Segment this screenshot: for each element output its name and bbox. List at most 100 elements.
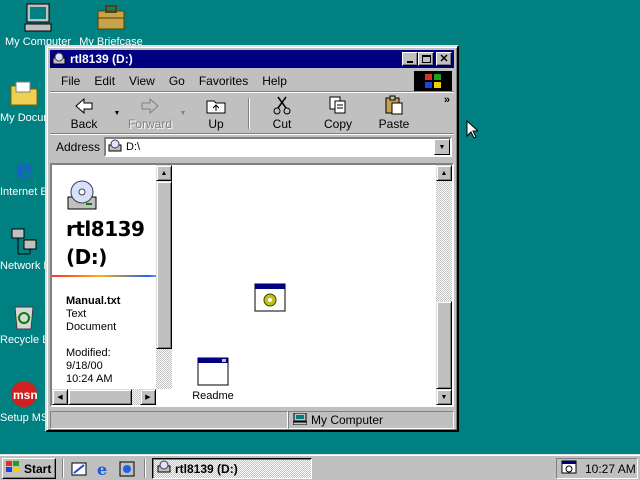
back-button[interactable]: Back — [56, 94, 112, 133]
info-pane-vscrollbar[interactable]: ▲ — [156, 165, 172, 389]
address-input[interactable]: D:\ ▼ — [104, 137, 452, 157]
quicklaunch-show-desktop-icon[interactable] — [70, 460, 88, 478]
modified-time: 10:24 AM — [66, 373, 113, 385]
svg-text:e: e — [97, 460, 107, 478]
content-vscrollbar[interactable]: ▲ ▼ — [436, 165, 452, 405]
back-label: Back — [70, 117, 98, 131]
system-tray: 10:27 AM — [556, 458, 638, 479]
scroll-thumb[interactable] — [156, 181, 172, 349]
file-type-line2: Document — [66, 321, 117, 333]
toolbar: Back ▼ Forward ▼ Up Cut Copy Paste » — [50, 94, 454, 134]
desktop-icon-setup-msn[interactable]: msn Setup MSN Internet A... — [0, 378, 48, 425]
desktop-icon-internet-explorer[interactable]: e Internet Explorer — [0, 152, 48, 199]
copy-icon — [329, 96, 346, 114]
scroll-left-button[interactable]: ◀ — [52, 389, 68, 405]
mouse-pointer-icon — [466, 119, 480, 142]
up-folder-icon — [206, 100, 226, 114]
back-dropdown-button[interactable]: ▼ — [112, 94, 122, 133]
dropdown-arrow-icon: ▼ — [438, 143, 446, 151]
folder-icon — [8, 78, 40, 110]
content-area[interactable]: rtl8139 (D:) Manual.txt Text Document Mo… — [50, 163, 454, 407]
scroll-thumb[interactable] — [436, 301, 452, 389]
desktop-icon-my-computer[interactable]: My Computer — [3, 2, 73, 49]
menu-help[interactable]: Help — [255, 74, 294, 88]
info-pane-hscrollbar[interactable]: ◀ ▶ — [52, 389, 156, 405]
forward-button[interactable]: Forward — [122, 94, 178, 133]
taskbar: Start e rtl8139 (D:) 10:27 AM — [0, 454, 640, 480]
desktop-icon-label: Network Neighborhood — [0, 260, 48, 272]
minimize-button[interactable] — [402, 52, 418, 66]
recycle-bin-icon — [8, 300, 40, 332]
clock[interactable]: 10:27 AM — [585, 462, 636, 476]
setup-app-icon — [254, 283, 286, 312]
forward-dropdown-button[interactable]: ▼ — [178, 94, 188, 133]
back-arrow-icon — [75, 97, 93, 115]
copy-button[interactable]: Copy — [310, 94, 366, 133]
cd-drive-icon — [52, 52, 66, 66]
desktop-icon-label: Recycle Bin — [0, 334, 48, 346]
minimize-icon — [407, 61, 413, 63]
scroll-down-button[interactable]: ▼ — [436, 389, 452, 405]
scroll-right-button[interactable]: ▶ — [140, 389, 156, 405]
toolbar-separator — [248, 98, 250, 129]
msn-icon: msn — [8, 378, 40, 410]
start-label: Start — [24, 461, 52, 476]
status-message — [50, 411, 288, 429]
cut-button[interactable]: Cut — [254, 94, 310, 133]
desktop-icon-my-documents[interactable]: My Documents — [0, 78, 48, 125]
status-bar: My Computer — [50, 411, 454, 429]
quicklaunch-channels-icon[interactable] — [118, 460, 136, 478]
up-button[interactable]: Up — [188, 94, 244, 133]
address-dropdown-button[interactable]: ▼ — [434, 139, 450, 155]
desktop-icon-network-neighborhood[interactable]: Network Neighborhood — [0, 226, 48, 273]
info-pane: rtl8139 (D:) Manual.txt Text Document Mo… — [52, 165, 156, 389]
dropdown-arrow-icon: ▼ — [113, 110, 121, 117]
paste-button[interactable]: Paste — [366, 94, 422, 133]
cut-label: Cut — [272, 117, 292, 131]
taskbar-divider — [62, 459, 64, 478]
address-value: D:\ — [126, 141, 141, 153]
computer-icon — [22, 2, 54, 34]
ie-icon: e — [8, 152, 40, 185]
menu-favorites[interactable]: Favorites — [192, 74, 255, 88]
start-button[interactable]: Start — [2, 458, 56, 479]
scheduler-tray-icon[interactable] — [561, 459, 577, 478]
scroll-up-button[interactable]: ▲ — [156, 165, 172, 181]
file-item-readme[interactable]: Readme — [178, 357, 248, 402]
menu-view[interactable]: View — [122, 74, 162, 88]
toolbar-more-chevron-icon[interactable]: » — [444, 94, 450, 106]
address-bar: Address D:\ ▼ — [50, 136, 454, 158]
taskbar-window-label: rtl8139 (D:) — [175, 461, 238, 476]
up-label: Up — [208, 117, 224, 131]
maximize-button[interactable] — [418, 52, 434, 66]
left-arrow-icon: ◀ — [57, 394, 63, 401]
menu-bar: File Edit View Go Favorites Help — [50, 70, 454, 92]
cd-drive-icon — [157, 460, 171, 477]
forward-label: Forward — [127, 117, 172, 131]
quicklaunch-ie-icon[interactable]: e — [94, 460, 112, 479]
menu-file[interactable]: File — [54, 74, 87, 88]
status-zone-label: My Computer — [311, 413, 384, 427]
svg-text:e: e — [16, 155, 33, 184]
desktop-icon-recycle-bin[interactable]: Recycle Bin — [0, 300, 48, 347]
drive-title-line1: rtl8139 — [66, 217, 145, 241]
status-zone: My Computer — [288, 411, 454, 429]
my-computer-small-icon — [292, 412, 308, 428]
taskbar-window-button[interactable]: rtl8139 (D:) — [152, 458, 312, 479]
menu-edit[interactable]: Edit — [87, 74, 122, 88]
network-icon — [8, 226, 40, 258]
title-bar[interactable]: rtl8139 (D:) ✕ — [50, 50, 454, 68]
close-button[interactable]: ✕ — [436, 52, 452, 66]
file-label: Readme — [192, 390, 234, 402]
scroll-up-button[interactable]: ▲ — [436, 165, 452, 181]
desktop-icon-my-briefcase[interactable]: My Briefcase — [76, 2, 146, 49]
desktop-icon-label: Internet Explorer — [0, 186, 48, 198]
file-item-setup[interactable] — [252, 283, 288, 316]
file-type-line1: Text — [66, 308, 87, 320]
menu-go[interactable]: Go — [162, 74, 192, 88]
explorer-window[interactable]: rtl8139 (D:) ✕ File Edit View Go Favorit… — [45, 45, 459, 432]
up-arrow-icon: ▲ — [440, 169, 448, 177]
hscroll-thumb[interactable] — [68, 389, 132, 405]
down-arrow-icon: ▼ — [440, 393, 448, 401]
briefcase-icon — [95, 2, 127, 34]
